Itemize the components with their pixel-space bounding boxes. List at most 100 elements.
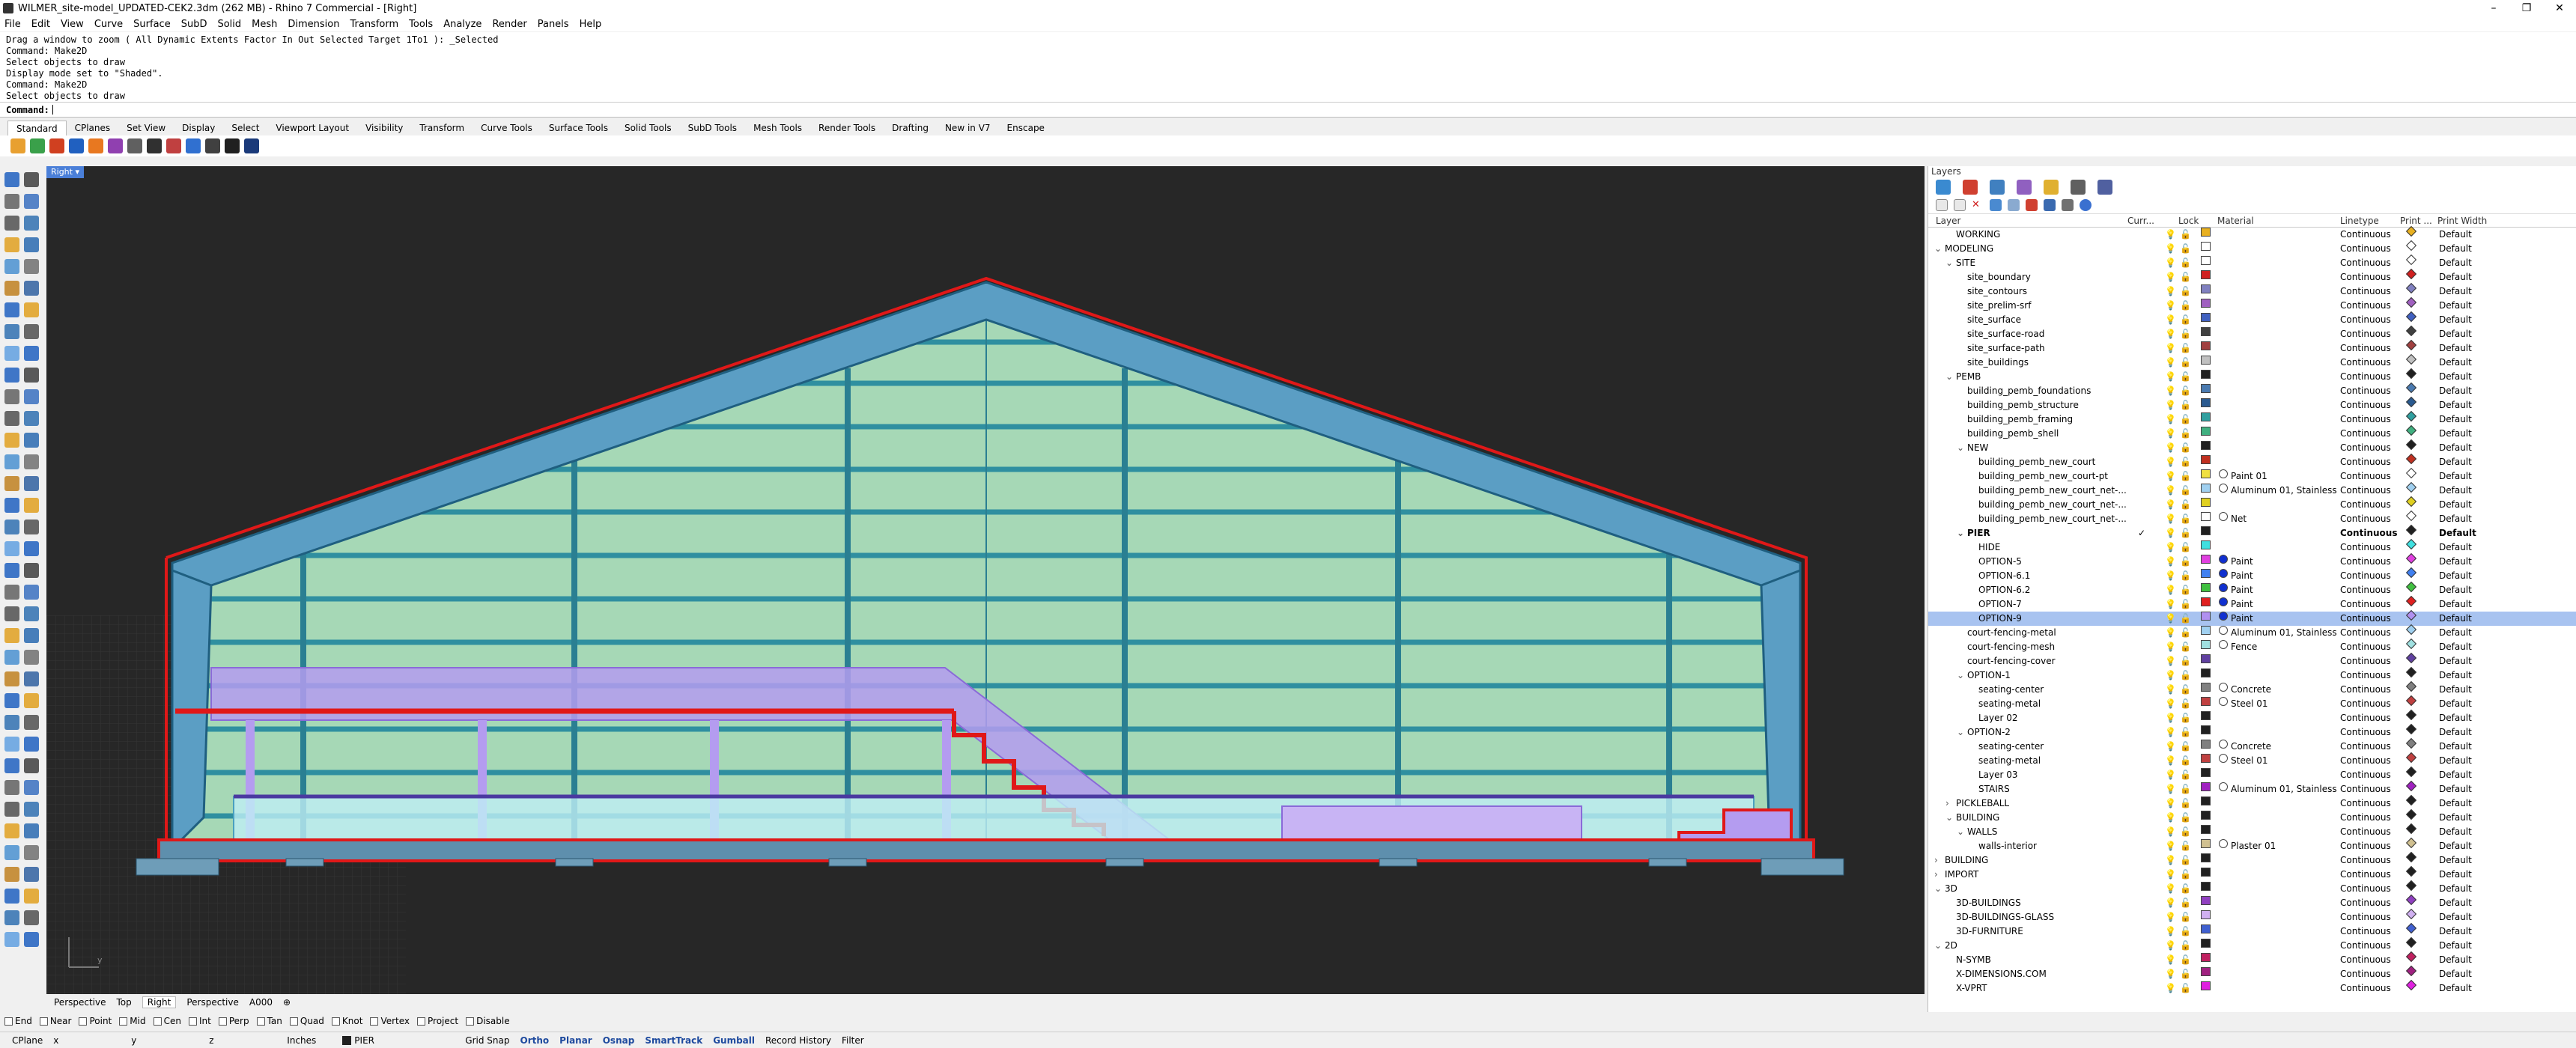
print-color-icon[interactable] xyxy=(2405,567,2417,579)
visibility-bulb-icon[interactable]: 💡 xyxy=(2165,427,2176,441)
lock-icon[interactable]: 🔓 xyxy=(2180,270,2191,284)
tab-viewport-layout[interactable]: Viewport Layout xyxy=(267,121,357,135)
left-tool-icon[interactable] xyxy=(4,845,19,860)
visibility-bulb-icon[interactable]: 💡 xyxy=(2165,896,2176,910)
visibility-bulb-icon[interactable]: 💡 xyxy=(2165,853,2176,868)
print-color-icon[interactable] xyxy=(2405,865,2417,877)
lock-icon[interactable]: 🔓 xyxy=(2180,796,2191,811)
linetype[interactable]: Continuous xyxy=(2340,555,2391,569)
linetype[interactable]: Continuous xyxy=(2340,612,2391,626)
layer-row[interactable]: site_surface-path 💡 🔓 Continuous Default xyxy=(1928,339,2576,356)
linetype[interactable]: Continuous xyxy=(2340,967,2391,981)
left-tool-icon[interactable] xyxy=(24,172,39,187)
layer-color-swatch[interactable] xyxy=(2201,768,2211,777)
materials-tab-icon[interactable] xyxy=(2044,180,2059,195)
col-linetype[interactable]: Linetype xyxy=(2340,216,2379,226)
material-sphere-icon[interactable] xyxy=(2219,697,2228,706)
menu-tools[interactable]: Tools xyxy=(409,19,433,30)
toolbar-tool-icon[interactable] xyxy=(88,138,103,153)
print-color-icon[interactable] xyxy=(2405,254,2417,266)
lock-icon[interactable]: 🔓 xyxy=(2180,725,2191,740)
linetype[interactable]: Continuous xyxy=(2340,796,2391,811)
linetype[interactable]: Continuous xyxy=(2340,811,2391,825)
visibility-bulb-icon[interactable]: 💡 xyxy=(2165,839,2176,853)
print-color-icon[interactable] xyxy=(2405,410,2417,422)
material-name[interactable]: Paint xyxy=(2231,597,2253,612)
left-tool-icon[interactable] xyxy=(4,498,19,513)
layer-color-swatch[interactable] xyxy=(2201,356,2211,365)
layer-color-swatch[interactable] xyxy=(2201,796,2211,805)
print-color-icon[interactable] xyxy=(2405,609,2417,621)
left-tool-icon[interactable] xyxy=(4,281,19,296)
print-color-icon[interactable] xyxy=(2405,851,2417,863)
linetype[interactable]: Continuous xyxy=(2340,299,2391,313)
print-width[interactable]: Default xyxy=(2439,612,2472,626)
lock-icon[interactable]: 🔓 xyxy=(2180,569,2191,583)
layer-color-swatch[interactable] xyxy=(2201,868,2211,877)
visibility-bulb-icon[interactable]: 💡 xyxy=(2165,313,2176,327)
linetype[interactable]: Continuous xyxy=(2340,569,2391,583)
left-tool-icon[interactable] xyxy=(4,172,19,187)
lock-icon[interactable]: 🔓 xyxy=(2180,853,2191,868)
viewport-tab[interactable]: ⊕ xyxy=(283,997,291,1008)
menu-curve[interactable]: Curve xyxy=(94,19,123,30)
visibility-bulb-icon[interactable]: 💡 xyxy=(2165,356,2176,370)
osnap-perp[interactable]: Perp xyxy=(218,1016,249,1026)
layer-row[interactable]: OPTION-6.1 💡 🔓 Paint Continuous Default xyxy=(1928,567,2576,583)
layer-row[interactable]: site_surface 💡 🔓 Continuous Default xyxy=(1928,311,2576,327)
print-width[interactable]: Default xyxy=(2439,953,2472,967)
col-material[interactable]: Material xyxy=(2217,216,2254,226)
osnap-checkbox[interactable] xyxy=(289,1017,298,1026)
lock-icon[interactable]: 🔓 xyxy=(2180,683,2191,697)
col-layer[interactable]: Layer xyxy=(1936,216,1960,226)
lock-icon[interactable]: 🔓 xyxy=(2180,868,2191,882)
linetype[interactable]: Continuous xyxy=(2340,725,2391,740)
layer-row[interactable]: site_buildings 💡 🔓 Continuous Default xyxy=(1928,353,2576,370)
print-color-icon[interactable] xyxy=(2405,979,2417,991)
layer-row[interactable]: site_prelim-srf 💡 🔓 Continuous Default xyxy=(1928,296,2576,313)
visibility-bulb-icon[interactable]: 💡 xyxy=(2165,654,2176,668)
visibility-bulb-icon[interactable]: 💡 xyxy=(2165,796,2176,811)
visibility-bulb-icon[interactable]: 💡 xyxy=(2165,725,2176,740)
toolbar-tool-icon[interactable] xyxy=(30,138,45,153)
visibility-bulb-icon[interactable]: 💡 xyxy=(2165,455,2176,469)
left-tool-icon[interactable] xyxy=(4,758,19,773)
visibility-bulb-icon[interactable]: 💡 xyxy=(2165,569,2176,583)
layer-color-swatch[interactable] xyxy=(2201,853,2211,862)
print-color-icon[interactable] xyxy=(2405,581,2417,593)
lock-icon[interactable]: 🔓 xyxy=(2180,882,2191,896)
print-width[interactable]: Default xyxy=(2439,654,2472,668)
layer-row[interactable]: 3D-BUILDINGS-GLASS 💡 🔓 Continuous Default xyxy=(1928,908,2576,924)
left-tool-icon[interactable] xyxy=(4,867,19,882)
lock-icon[interactable]: 🔓 xyxy=(2180,740,2191,754)
layer-color-swatch[interactable] xyxy=(2201,640,2211,649)
visibility-bulb-icon[interactable]: 💡 xyxy=(2165,228,2176,242)
print-width[interactable]: Default xyxy=(2439,441,2472,455)
layer-row[interactable]: building_pemb_new_court 💡 🔓 Continuous Defau… xyxy=(1928,453,2576,469)
viewport-tab[interactable]: Right xyxy=(142,996,177,1008)
print-width[interactable]: Default xyxy=(2439,427,2472,441)
left-tool-icon[interactable] xyxy=(4,932,19,947)
expand-toggle-icon[interactable]: ⌄ xyxy=(1957,526,1964,540)
linetype[interactable]: Continuous xyxy=(2340,284,2391,299)
move-down-icon[interactable] xyxy=(2008,198,2020,211)
left-tool-icon[interactable] xyxy=(4,737,19,752)
linetype[interactable]: Continuous xyxy=(2340,270,2391,284)
osnap-quad[interactable]: Quad xyxy=(289,1016,324,1026)
menu-panels[interactable]: Panels xyxy=(538,19,569,30)
print-color-icon[interactable] xyxy=(2405,396,2417,408)
left-tool-icon[interactable] xyxy=(4,606,19,621)
linetype[interactable]: Continuous xyxy=(2340,498,2391,512)
left-tool-icon[interactable] xyxy=(4,324,19,339)
material-name[interactable]: Paint xyxy=(2231,569,2253,583)
material-name[interactable]: Concrete xyxy=(2231,683,2271,697)
layer-color-swatch[interactable] xyxy=(2201,825,2211,834)
linetype[interactable]: Continuous xyxy=(2340,327,2391,341)
lock-icon[interactable]: 🔓 xyxy=(2180,754,2191,768)
print-color-icon[interactable] xyxy=(2405,652,2417,664)
layer-color-swatch[interactable] xyxy=(2201,512,2211,521)
layer-row[interactable]: court-fencing-metal 💡 🔓 Aluminum 01, Stainl… xyxy=(1928,624,2576,640)
layer-row[interactable]: Layer 03 💡 🔓 Continuous Default xyxy=(1928,766,2576,782)
print-width[interactable]: Default xyxy=(2439,270,2472,284)
left-tool-icon[interactable] xyxy=(24,650,39,665)
